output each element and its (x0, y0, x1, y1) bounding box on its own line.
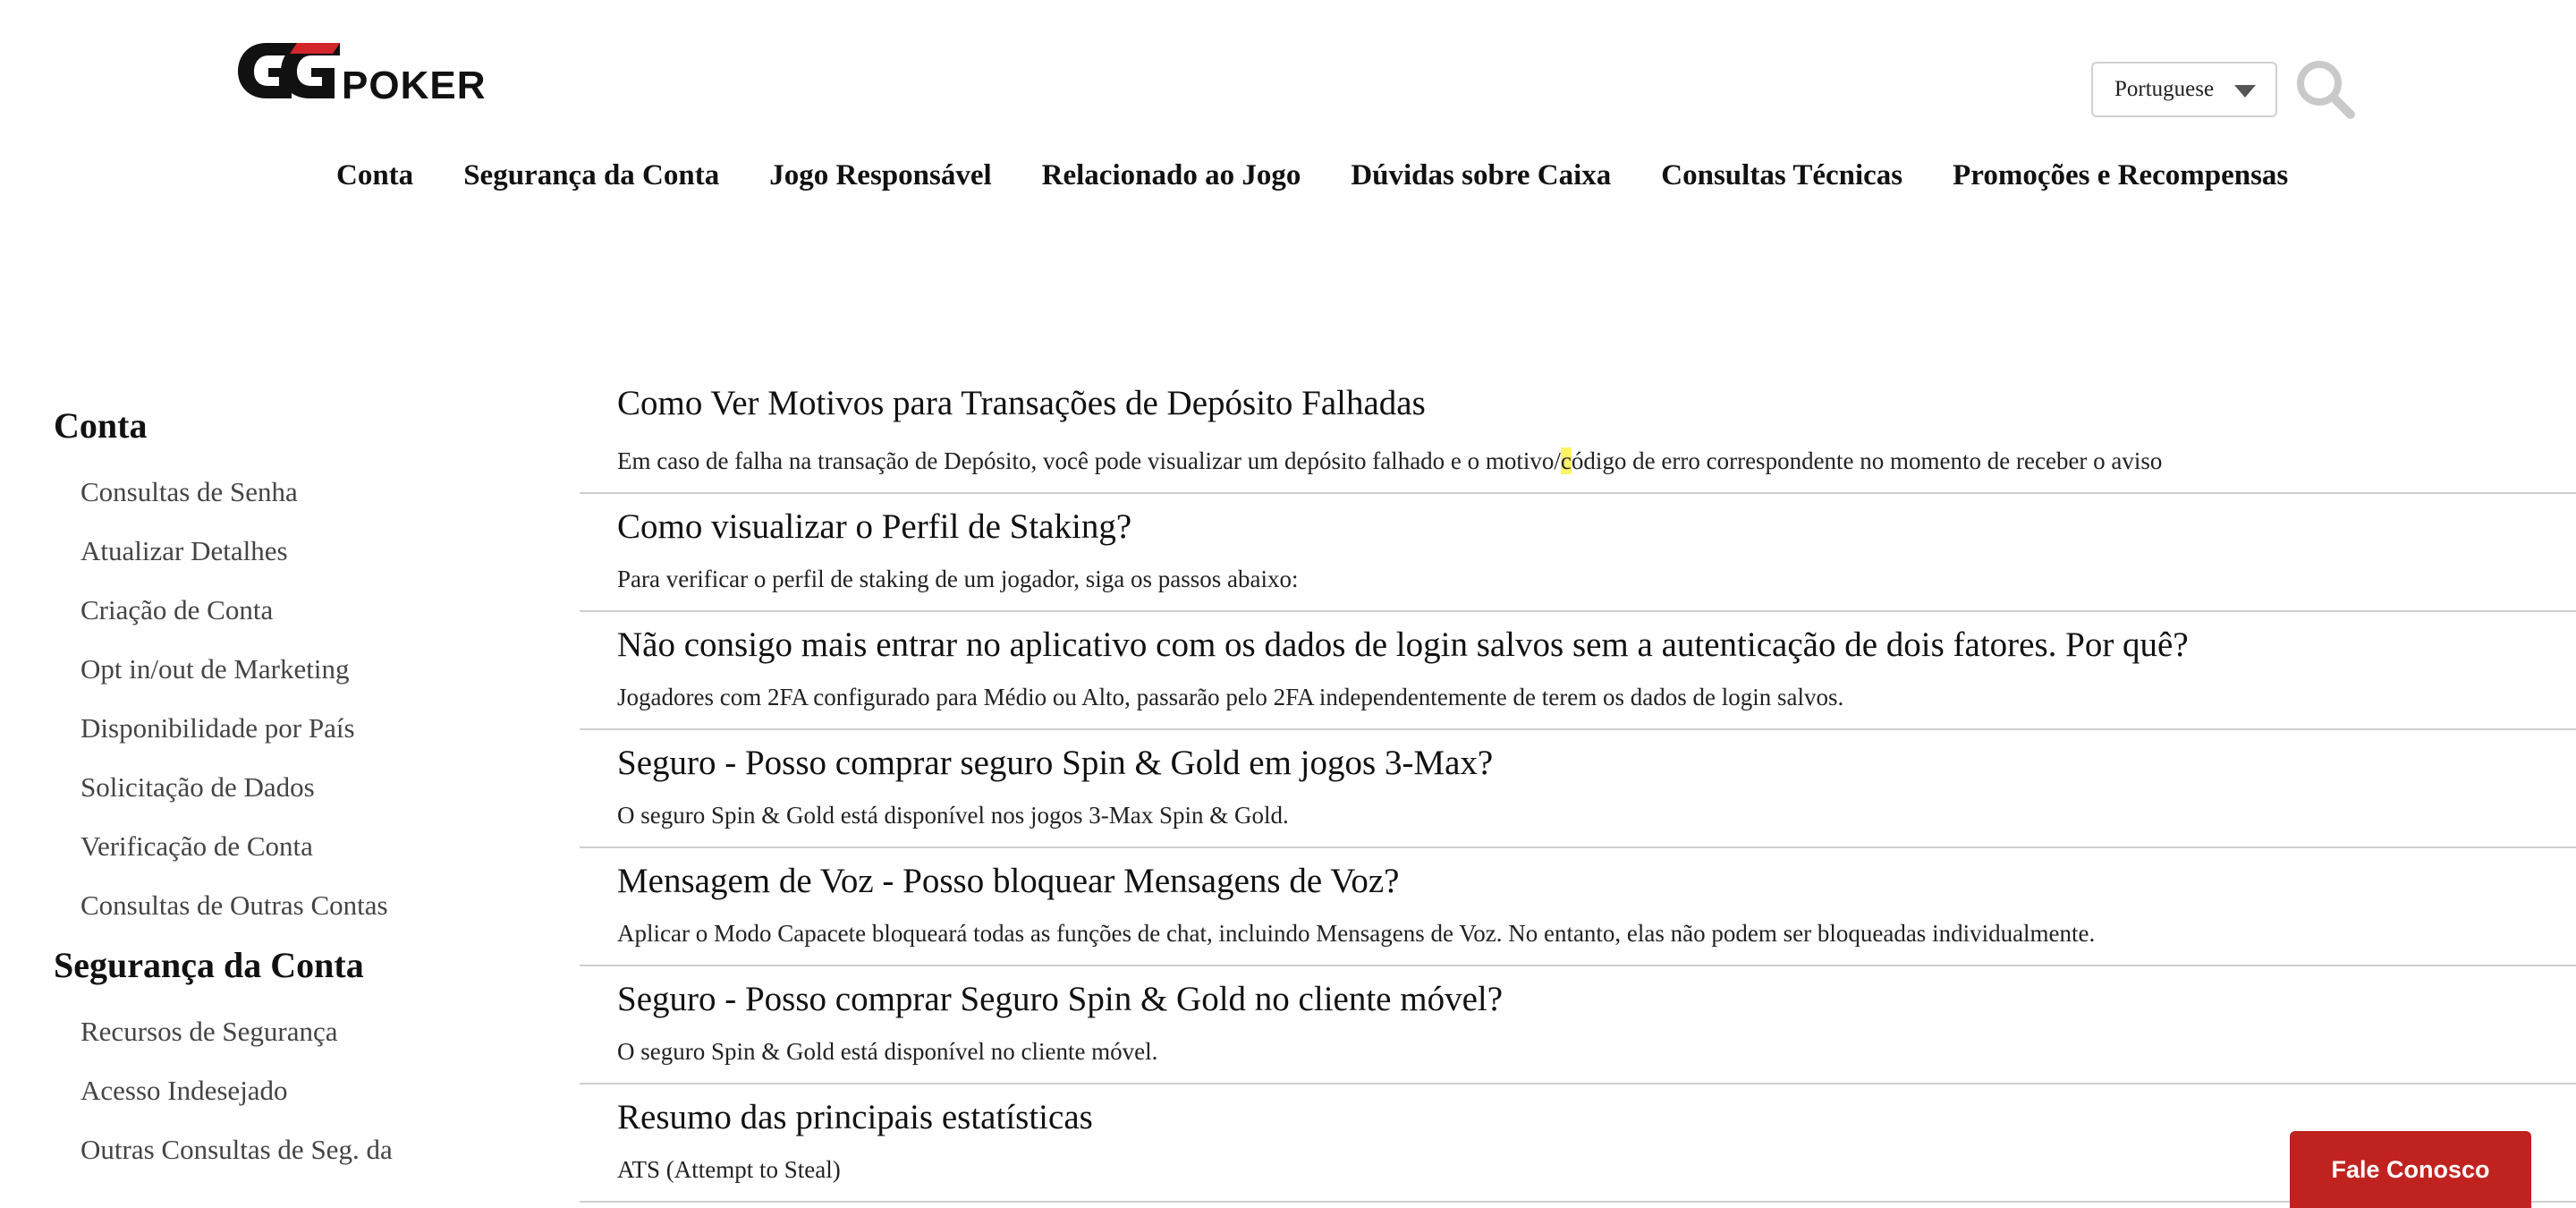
sidebar-item-recursos-de-seguranca[interactable]: Recursos de Segurança (80, 1002, 501, 1061)
sidebar-item-criacao-de-conta[interactable]: Criação de Conta (80, 581, 501, 640)
nav-promocoes-e-recompensas[interactable]: Promoções e Recompensas (1953, 159, 2288, 192)
logo-mark: POKER (238, 43, 486, 106)
article-title[interactable]: Seguro - Posso comprar Seguro Spin & Gol… (617, 979, 1503, 1019)
sidebar-section-title[interactable]: Segurança da Conta (54, 944, 501, 986)
sidebar-section-seguranca-da-conta: Segurança da Conta Recursos de Segurança… (54, 944, 501, 1179)
ggpoker-logo[interactable]: POKER (227, 34, 528, 106)
list-item[interactable]: Seguro - Posso comprar seguro Spin & Gol… (580, 730, 2576, 848)
article-excerpt: O seguro Spin & Gold está disponível no … (617, 1038, 1158, 1065)
nav-relacionado-ao-jogo[interactable]: Relacionado ao Jogo (1042, 159, 1301, 192)
list-item[interactable]: Não consigo mais entrar no aplicativo co… (580, 612, 2576, 730)
article-list: Como Ver Motivos para Transações de Depó… (580, 376, 2576, 1203)
list-item[interactable]: Resumo das principais estatísticas ATS (… (580, 1085, 2576, 1203)
sidebar-section-title[interactable]: Conta (54, 404, 501, 447)
article-title[interactable]: Não consigo mais entrar no aplicativo co… (617, 625, 2189, 665)
main-nav: Conta Segurança da Conta Jogo Responsáve… (336, 159, 2288, 192)
excerpt-highlight: c (1560, 447, 1572, 474)
language-value: Portuguese (2114, 77, 2215, 101)
article-title[interactable]: Como visualizar o Perfil de Staking? (617, 506, 1131, 547)
list-item[interactable]: Como visualizar o Perfil de Staking? Par… (580, 494, 2576, 612)
sidebar-item-outras-consultas-de-seg[interactable]: Outras Consultas de Seg. da (80, 1120, 501, 1179)
sidebar-item-acesso-indesejado[interactable]: Acesso Indesejado (80, 1061, 501, 1120)
article-title[interactable]: Mensagem de Voz - Posso bloquear Mensage… (617, 861, 1399, 901)
sidebar-item-verificacao-de-conta[interactable]: Verificação de Conta (80, 817, 501, 876)
sidebar: Conta Consultas de Senha Atualizar Detal… (54, 404, 501, 1188)
article-excerpt: O seguro Spin & Gold está disponível nos… (617, 802, 1289, 829)
list-item[interactable]: Como Ver Motivos para Transações de Depó… (580, 376, 2576, 494)
logo-text: POKER (342, 64, 486, 106)
chevron-down-icon (2234, 85, 2256, 98)
nav-consultas-tecnicas[interactable]: Consultas Técnicas (1661, 159, 1902, 192)
sidebar-item-atualizar-detalhes[interactable]: Atualizar Detalhes (80, 522, 501, 581)
sidebar-item-disponibilidade-por-pais[interactable]: Disponibilidade por País (80, 699, 501, 758)
article-title[interactable]: Como Ver Motivos para Transações de Depó… (617, 383, 1426, 423)
excerpt-text: Em caso de falha na transação de Depósit… (617, 447, 1561, 474)
sidebar-section-conta: Conta Consultas de Senha Atualizar Detal… (54, 404, 501, 935)
list-item[interactable]: Seguro - Posso comprar Seguro Spin & Gol… (580, 966, 2576, 1085)
nav-jogo-responsavel[interactable]: Jogo Responsável (769, 159, 991, 192)
search-icon[interactable] (2295, 59, 2356, 120)
article-title[interactable]: Seguro - Posso comprar seguro Spin & Gol… (617, 743, 1493, 783)
nav-duvidas-sobre-caixa[interactable]: Dúvidas sobre Caixa (1351, 159, 1611, 192)
sidebar-item-consultas-de-outras-contas[interactable]: Consultas de Outras Contas (80, 876, 501, 935)
language-select[interactable]: Portuguese (2091, 62, 2277, 117)
article-title[interactable]: Resumo das principais estatísticas (617, 1097, 1093, 1137)
list-item[interactable]: Mensagem de Voz - Posso bloquear Mensage… (580, 848, 2576, 966)
nav-conta[interactable]: Conta (336, 159, 413, 192)
article-excerpt: Em caso de falha na transação de Depósit… (617, 447, 2220, 475)
sidebar-item-opt-in-out-de-marketing[interactable]: Opt in/out de Marketing (80, 640, 501, 699)
article-excerpt: Jogadores com 2FA configurado para Médio… (617, 684, 1844, 710)
nav-seguranca-da-conta[interactable]: Segurança da Conta (463, 159, 719, 192)
article-excerpt: Aplicar o Modo Capacete bloqueará todas … (617, 920, 2096, 947)
sidebar-item-consultas-de-senha[interactable]: Consultas de Senha (80, 463, 501, 522)
article-excerpt: Para verificar o perfil de staking de um… (617, 566, 1299, 592)
contact-us-button[interactable]: Fale Conosco (2290, 1131, 2531, 1208)
sidebar-item-solicitacao-de-dados[interactable]: Solicitação de Dados (80, 758, 501, 817)
article-excerpt: ATS (Attempt to Steal) (617, 1156, 841, 1183)
excerpt-text: ódigo de erro correspondente no momento … (1571, 447, 2163, 474)
